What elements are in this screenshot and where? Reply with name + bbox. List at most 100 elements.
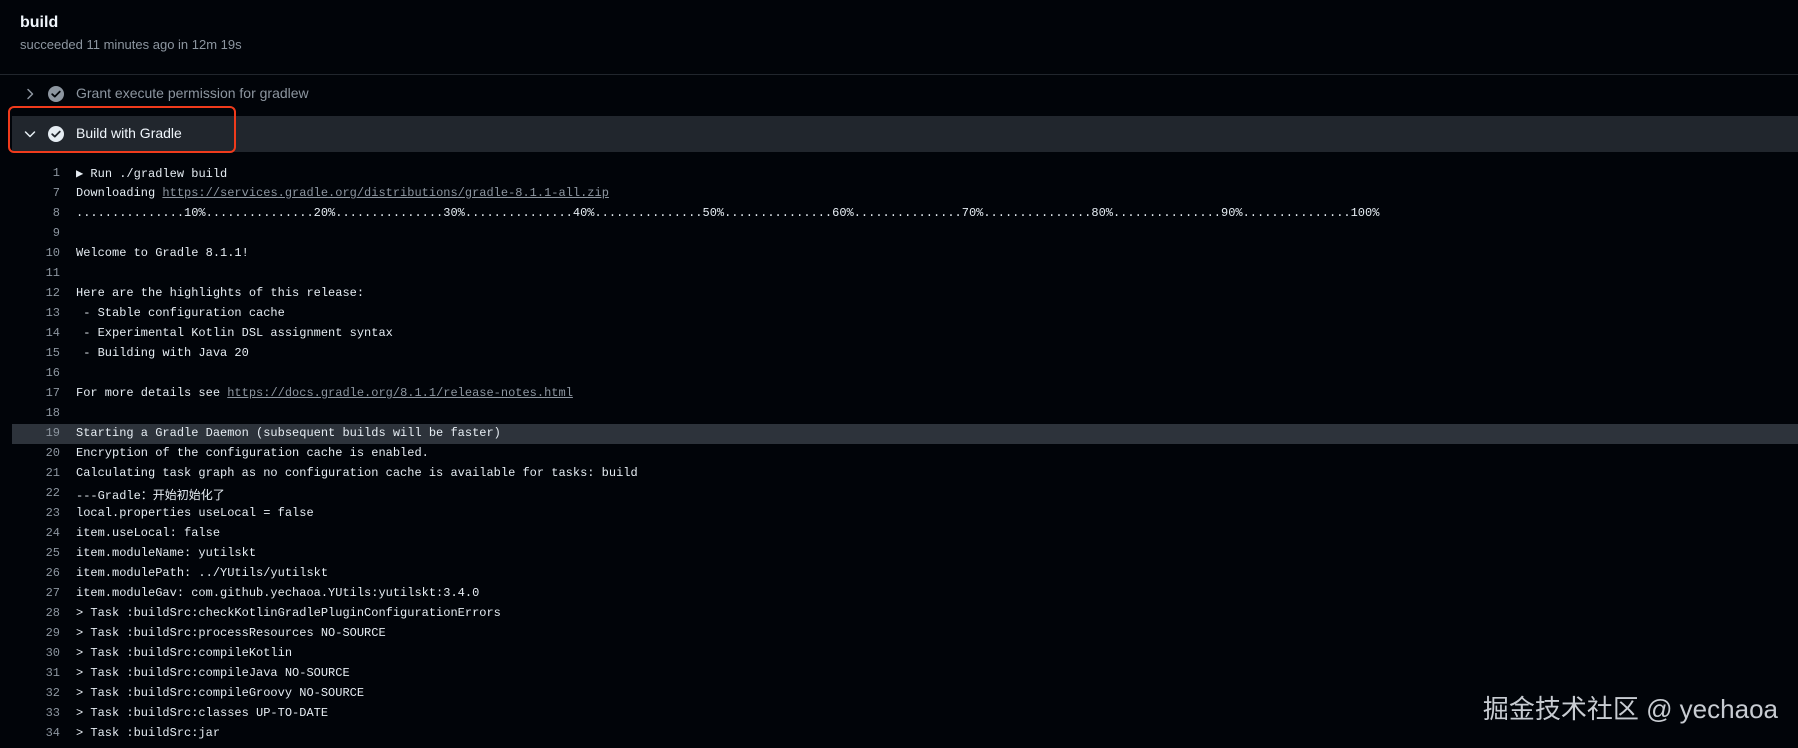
step-build-with-gradle[interactable]: Build with Gradle [12,116,1798,152]
line-text-content: local.properties useLocal = false [76,506,314,520]
log-line[interactable]: 20 Encryption of the configuration cache … [12,444,1798,464]
line-text-content: > Task :buildSrc:processResources NO-SOU… [76,626,386,640]
line-number[interactable]: 1 [12,166,60,180]
line-number[interactable]: 23 [12,506,60,520]
log-line[interactable]: 18 [12,404,1798,424]
line-number[interactable]: 9 [12,226,60,240]
line-number[interactable]: 26 [12,566,60,580]
line-text: > Task :buildSrc:checkKotlinGradlePlugin… [76,606,501,620]
log-line[interactable]: 16 [12,364,1798,384]
log-line[interactable]: 34 > Task :buildSrc:jar [12,724,1798,744]
log-line[interactable]: 11 [12,264,1798,284]
log-line[interactable]: 14 - Experimental Kotlin DSL assignment … [12,324,1798,344]
line-number[interactable]: 15 [12,346,60,360]
line-number[interactable]: 18 [12,406,60,420]
line-text: item.modulePath: ../YUtils/yutilskt [76,566,328,580]
line-text: item.moduleGav: com.github.yechaoa.YUtil… [76,586,479,600]
line-text: > Task :buildSrc:compileGroovy NO-SOURCE [76,686,364,700]
log-line[interactable]: 25 item.moduleName: yutilskt [12,544,1798,564]
line-number[interactable]: 29 [12,626,60,640]
log-line[interactable]: 7 Downloading https://services.gradle.org… [12,184,1798,204]
log-link[interactable]: https://services.gradle.org/distribution… [162,186,608,200]
line-number[interactable]: 24 [12,526,60,540]
line-text: > Task :buildSrc:jar [76,726,220,740]
line-text-content: > Task :buildSrc:compileGroovy NO-SOURCE [76,686,365,700]
line-text-content: Downloading [76,186,163,200]
line-text: - Stable configuration cache [76,306,285,320]
line-text-content: Encryption of the configuration cache is… [76,446,429,460]
line-number[interactable]: 14 [12,326,60,340]
log-line[interactable]: 19 Starting a Gradle Daemon (subsequent b… [12,424,1798,444]
line-number[interactable]: 33 [12,706,60,720]
step-name: Grant execute permission for gradlew [76,85,309,101]
line-text-content: item.moduleName: yutilskt [76,546,257,560]
job-title: build [20,14,59,31]
watermark: 掘金技术社区 @ yechaoa [1482,694,1778,724]
line-text: - Building with Java 20 [76,346,249,360]
line-text-content: item.useLocal: false [76,526,221,540]
line-text: Welcome to Gradle 8.1.1! [76,246,249,260]
log-line[interactable]: 13 - Stable configuration cache [12,304,1798,324]
line-text: > Task :buildSrc:classes UP-TO-DATE [76,706,328,720]
line-number[interactable]: 13 [12,306,60,320]
step-grant-execute-permission[interactable]: Grant execute permission for gradlew [12,76,1798,112]
log-line[interactable]: 24 item.useLocal: false [12,524,1798,544]
line-text-content: - Experimental Kotlin DSL assignment syn… [76,326,393,340]
line-text: Here are the highlights of this release: [76,286,364,300]
line-number[interactable]: 34 [12,726,60,740]
log-line[interactable]: 10 Welcome to Gradle 8.1.1! [12,244,1798,264]
log-line[interactable]: 31 > Task :buildSrc:compileJava NO-SOURCE [12,664,1798,684]
line-number[interactable]: 30 [12,646,60,660]
log-line[interactable]: 1 ▶ Run ./gradlew build [12,164,1798,184]
line-text: item.moduleName: yutilskt [76,546,256,560]
log-line[interactable]: 12 Here are the highlights of this releas… [12,284,1798,304]
log-line[interactable]: 8 ...............10%...............20%...… [12,204,1798,224]
line-number[interactable]: 25 [12,546,60,560]
line-text-content: Welcome to Gradle 8.1.1! [76,246,249,260]
chevron-right-icon[interactable] [22,86,38,102]
annotation-highlight-box [8,106,236,153]
line-text-content: For more details see [76,386,228,400]
line-number[interactable]: 16 [12,366,60,380]
log-line[interactable]: 23 local.properties useLocal = false [12,504,1798,524]
line-number[interactable]: 8 [12,206,60,220]
line-number[interactable]: 22 [12,486,60,500]
log-line[interactable]: 29 > Task :buildSrc:processResources NO-S… [12,624,1798,644]
job-status: succeeded 11 minutes ago in 12m 19s [20,37,242,52]
log-line[interactable]: 26 item.modulePath: ../YUtils/yutilskt [12,564,1798,584]
line-number[interactable]: 7 [12,186,60,200]
line-text-content: - Stable configuration cache [76,306,285,320]
log-line[interactable]: 27 item.moduleGav: com.github.yechaoa.YUt… [12,584,1798,604]
log-line[interactable]: 30 > Task :buildSrc:compileKotlin [12,644,1798,664]
log-line[interactable]: 17 For more details see https://docs.grad… [12,384,1798,404]
line-text: > Task :buildSrc:processResources NO-SOU… [76,626,386,640]
line-text: Calculating task graph as no configurati… [76,466,638,480]
line-text-content: ...............10%...............20%....… [76,206,1380,220]
line-text-content: ▶ Run ./gradlew build [76,167,228,181]
line-number[interactable]: 20 [12,446,60,460]
log-link[interactable]: https://docs.gradle.org/8.1.1/release-no… [227,386,573,400]
line-number[interactable]: 11 [12,266,60,280]
line-number[interactable]: 12 [12,286,60,300]
log-line[interactable]: 9 [12,224,1798,244]
line-number[interactable]: 19 [12,426,60,440]
line-text-content: > Task :buildSrc:jar [76,726,221,740]
line-number[interactable]: 10 [12,246,60,260]
line-text: > Task :buildSrc:compileJava NO-SOURCE [76,666,350,680]
line-number[interactable]: 17 [12,386,60,400]
log-line[interactable]: 15 - Building with Java 20 [12,344,1798,364]
line-number[interactable]: 28 [12,606,60,620]
line-number[interactable]: 31 [12,666,60,680]
log-line[interactable]: 21 Calculating task graph as no configura… [12,464,1798,484]
log-line[interactable]: 28 > Task :buildSrc:checkKotlinGradlePlug… [12,604,1798,624]
line-text: Starting a Gradle Daemon (subsequent bui… [76,426,501,440]
line-text: Encryption of the configuration cache is… [76,446,429,460]
line-number[interactable]: 27 [12,586,60,600]
log-line[interactable]: 22 ---Gradle：开始初始化了 [12,484,1798,504]
line-text-content: Calculating task graph as no configurati… [76,466,638,480]
line-text-content: item.modulePath: ../YUtils/yutilskt [76,566,329,580]
line-text: ---Gradle：开始初始化了 [76,486,225,503]
line-number[interactable]: 32 [12,686,60,700]
line-text-content: > Task :buildSrc:compileKotlin [76,646,293,660]
line-number[interactable]: 21 [12,466,60,480]
